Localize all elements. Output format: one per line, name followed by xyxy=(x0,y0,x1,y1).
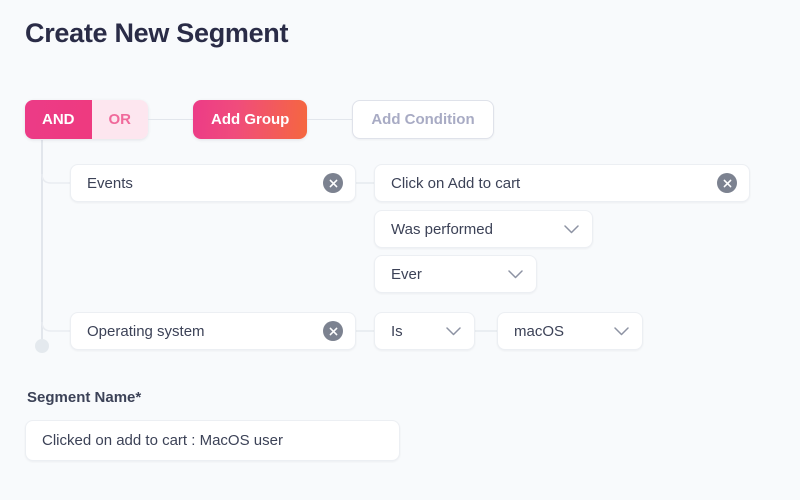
remove-condition-button-operating-system[interactable] xyxy=(323,321,343,341)
condition-value-label: macOS xyxy=(514,322,565,340)
connector-toggle-to-add-group xyxy=(148,119,193,120)
condition-operator-row-operating-system: Is xyxy=(374,312,475,350)
condition-attribute-field-events[interactable]: Events xyxy=(70,164,356,202)
add-condition-button[interactable]: Add Condition xyxy=(352,100,494,139)
segment-name-label: Segment Name* xyxy=(27,389,142,406)
chevron-down-icon xyxy=(564,224,579,233)
close-icon xyxy=(329,179,337,187)
condition-value-select-operating-system[interactable]: macOS xyxy=(497,312,643,350)
condition-timeframe-label: Ever xyxy=(391,265,422,283)
remove-value-button-events[interactable] xyxy=(717,173,737,193)
logic-operator-toggle[interactable]: AND OR xyxy=(25,100,148,139)
close-icon xyxy=(329,327,337,335)
condition-attribute-label: Operating system xyxy=(87,322,205,340)
remove-condition-button-events[interactable] xyxy=(323,173,343,193)
condition-attribute-label: Events xyxy=(87,174,133,192)
connector-add-group-to-add-condition xyxy=(307,119,353,120)
page-title: Create New Segment xyxy=(25,18,289,48)
segment-builder-toolbar: AND OR Add Group Add Condition xyxy=(25,100,494,139)
chevron-down-icon xyxy=(446,326,461,335)
condition-attribute-field-operating-system[interactable]: Operating system xyxy=(70,312,356,350)
segment-name-input[interactable] xyxy=(25,420,400,461)
condition-operator-select-events[interactable]: Was performed xyxy=(374,210,593,248)
condition-value-label: Click on Add to cart xyxy=(391,174,521,192)
condition-operator-select-operating-system[interactable]: Is xyxy=(374,312,475,350)
logic-toggle-and[interactable]: AND xyxy=(25,100,92,139)
close-icon xyxy=(723,179,731,187)
create-segment-page: Create New Segment AND OR Add Group Add … xyxy=(0,0,800,500)
condition-value-row-events: Click on Add to cart xyxy=(374,164,750,202)
logic-toggle-or[interactable]: OR xyxy=(91,100,148,139)
chevron-down-icon xyxy=(614,326,629,335)
add-group-button[interactable]: Add Group xyxy=(193,100,308,139)
chevron-down-icon xyxy=(508,269,523,278)
condition-timeframe-row-events: Ever xyxy=(374,255,537,293)
condition-value-field-events[interactable]: Click on Add to cart xyxy=(374,164,750,202)
condition-value-row-operating-system: macOS xyxy=(497,312,643,350)
condition-operator-row-events: Was performed xyxy=(374,210,593,248)
condition-operator-label: Was performed xyxy=(391,220,493,238)
condition-row-operating-system: Operating system xyxy=(70,312,356,350)
condition-row-events: Events xyxy=(70,164,356,202)
condition-operator-label: Is xyxy=(391,322,403,340)
condition-timeframe-select-events[interactable]: Ever xyxy=(374,255,537,293)
